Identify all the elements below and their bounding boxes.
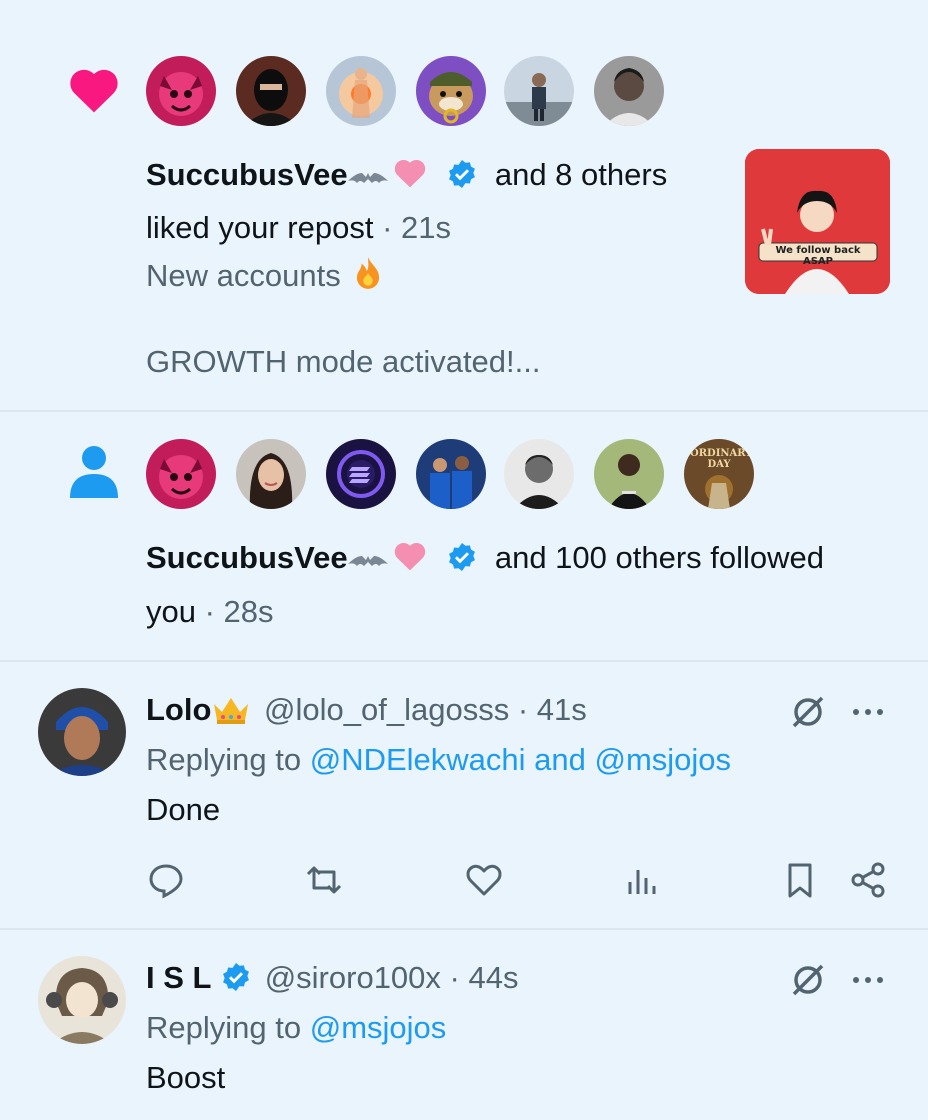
share-icon[interactable] — [848, 860, 888, 900]
action-text: liked your repost — [146, 210, 374, 245]
glowing-figure-avatar[interactable] — [326, 56, 396, 126]
pink-demon-avatar[interactable] — [146, 56, 216, 126]
pink-heart-emoji-icon — [390, 538, 430, 584]
others-text: and 8 others — [494, 157, 668, 192]
pink-demon-avatar[interactable] — [146, 439, 216, 509]
replying-to-link[interactable]: @NDElekwachi and @msjojos — [310, 742, 731, 777]
young-man-avatar[interactable] — [594, 56, 664, 126]
man-outdoors-avatar[interactable] — [504, 56, 574, 126]
author-name[interactable]: Lolo — [146, 692, 211, 727]
follow-notification[interactable]: ORDINARY DAY SuccubusVee and 100 others … — [0, 412, 928, 662]
bat-emoji-icon — [347, 161, 388, 201]
preview-text: New accounts — [146, 258, 341, 293]
bat-emoji-icon — [347, 544, 388, 584]
author-name[interactable]: I S L — [146, 960, 211, 995]
replying-to-link[interactable]: @msjojos — [310, 1010, 447, 1045]
timestamp: · 21s — [382, 210, 451, 245]
more-options-icon[interactable] — [850, 698, 886, 726]
preview-text-2: GROWTH mode activated!... — [146, 344, 541, 379]
timestamp[interactable]: · 41s — [518, 692, 587, 727]
bulldog-nft-avatar[interactable] — [416, 56, 486, 126]
more-options-icon[interactable] — [850, 966, 886, 994]
man-in-field-avatar[interactable] — [594, 439, 664, 509]
crown-emoji-icon — [211, 694, 251, 736]
tweet-text: Boost — [146, 1060, 226, 1095]
tweet[interactable]: I S L @siroro100x · 44s Replying to @msj… — [0, 930, 928, 1120]
verified-badge-icon — [220, 961, 252, 993]
footballers-avatar[interactable] — [416, 439, 486, 509]
actor-name[interactable]: SuccubusVee — [146, 540, 348, 575]
tweet-text: Done — [146, 792, 221, 827]
fire-emoji-icon — [349, 254, 387, 302]
ordinary-day-text: ORDINARY DAY — [690, 448, 753, 470]
masked-avatar[interactable] — [236, 56, 306, 126]
actor-name[interactable]: SuccubusVee — [146, 157, 348, 192]
author-handle[interactable]: @siroro100x — [265, 960, 441, 995]
replying-prefix: Replying to — [146, 1010, 302, 1045]
repost-icon[interactable] — [304, 860, 344, 900]
verified-badge-icon — [446, 541, 478, 573]
solana-logo-avatar[interactable] — [326, 439, 396, 509]
woman-avatar[interactable] — [236, 439, 306, 509]
reply-icon[interactable] — [146, 860, 186, 900]
thumbnail-caption: We follow back ASAP — [775, 245, 861, 267]
action-text: you — [146, 594, 196, 629]
verified-badge-icon — [446, 158, 478, 190]
avatar[interactable] — [38, 688, 126, 776]
timestamp[interactable]: · 44s — [450, 960, 519, 995]
bw-man-avatar[interactable] — [504, 439, 574, 509]
grok-icon[interactable] — [788, 960, 828, 1000]
ordinary-day-avatar[interactable]: ORDINARY DAY — [684, 439, 754, 509]
anime-character-image — [745, 149, 890, 294]
author-handle[interactable]: @lolo_of_lagosss — [264, 692, 509, 727]
like-icon[interactable] — [464, 860, 504, 900]
avatar[interactable] — [38, 956, 126, 1044]
bookmark-icon[interactable] — [780, 860, 820, 900]
replying-prefix: Replying to — [146, 742, 302, 777]
tweet[interactable]: Lolo @lolo_of_lagosss · 41s Replying to … — [0, 662, 928, 928]
heart-icon — [64, 62, 124, 118]
repost-thumbnail[interactable]: We follow back ASAP — [745, 149, 890, 294]
pink-heart-emoji-icon — [390, 155, 430, 201]
others-text: and 100 others followed — [494, 540, 825, 575]
grok-icon[interactable] — [788, 692, 828, 732]
views-icon[interactable] — [622, 860, 662, 900]
person-icon — [68, 444, 120, 498]
timestamp: · 28s — [204, 594, 274, 629]
like-notification[interactable]: SuccubusVee and 8 others liked your repo… — [0, 30, 928, 410]
